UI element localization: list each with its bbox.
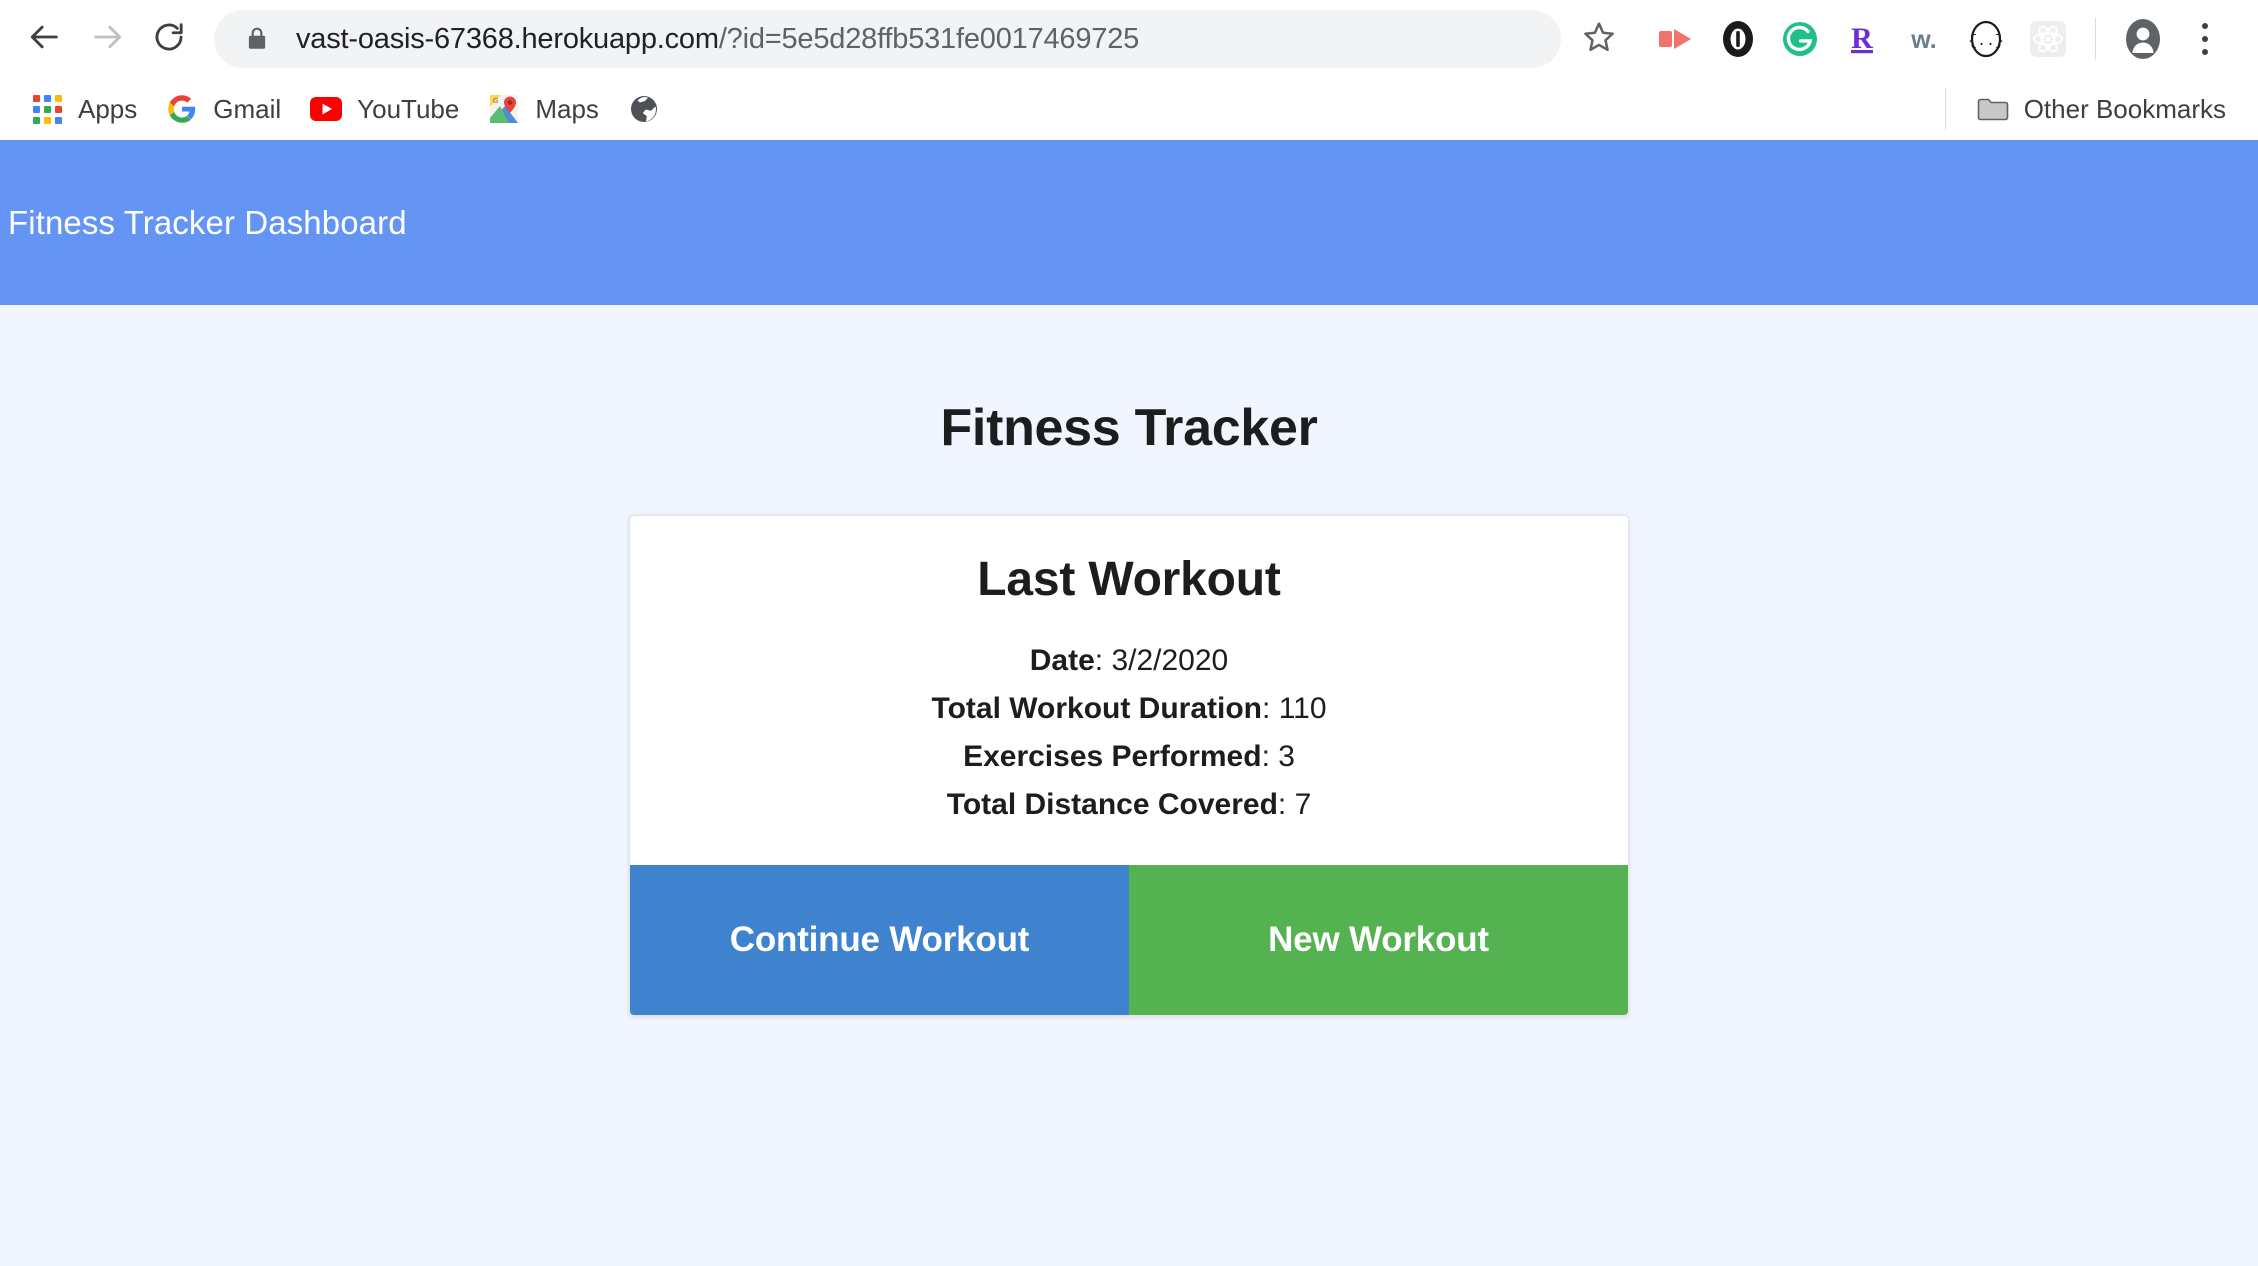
youtube-icon [309, 92, 343, 126]
react-devtools-extension-icon[interactable] [2017, 8, 2079, 70]
bookmark-gmail[interactable]: Gmail [151, 85, 295, 133]
stat-colon-duration: : [1262, 692, 1279, 725]
stat-label-distance: Total Distance Covered [946, 788, 1278, 821]
apps-grid-icon [30, 92, 64, 126]
stat-row-exercises: Exercises Performed: 3 [660, 733, 1598, 781]
rakuten-extension-icon[interactable]: R [1831, 8, 1893, 70]
card-heading: Last Workout [977, 553, 1281, 606]
card-actions: Continue Workout New Workout [630, 865, 1628, 1015]
extensions-strip: R w. {..} [1645, 8, 2236, 70]
json-viewer-extension-icon[interactable]: {..} [1955, 8, 2017, 70]
stat-label-date: Date [1029, 644, 1095, 677]
svg-text:G: G [493, 98, 498, 105]
stat-row-distance: Total Distance Covered: 7 [660, 781, 1598, 829]
stat-value-distance: 7 [1294, 788, 1312, 821]
forward-arrow-icon [90, 20, 124, 59]
url-text: vast-oasis-67368.herokuapp.com/?id=5e5d2… [296, 23, 1535, 56]
other-bookmarks[interactable]: Other Bookmarks [1929, 85, 2240, 133]
page-title: Fitness Tracker [940, 399, 1318, 457]
stat-value-duration: 110 [1278, 692, 1327, 725]
grammarly-extension-icon[interactable] [1769, 8, 1831, 70]
bookmark-star-icon [1582, 20, 1616, 59]
lock-icon [244, 24, 270, 54]
reload-button[interactable] [138, 8, 200, 70]
other-bookmarks-item[interactable]: Other Bookmarks [1962, 85, 2240, 133]
page-viewport: Fitness Tracker Dashboard Fitness Tracke… [0, 140, 2258, 1266]
new-workout-button[interactable]: New Workout [1129, 865, 1628, 1015]
bookmark-maps[interactable]: G Maps [473, 85, 613, 133]
stat-row-duration: Total Workout Duration: 110 [660, 685, 1598, 733]
last-workout-card: Last Workout Date: 3/2/2020 Total Workou… [629, 515, 1629, 1016]
back-arrow-icon [28, 20, 62, 59]
folder-icon [1976, 92, 2010, 126]
google-maps-pin-icon: G [487, 92, 521, 126]
stat-colon-exercises: : [1261, 740, 1279, 773]
stat-row-date: Date: 3/2/2020 [660, 637, 1598, 685]
continue-workout-button[interactable]: Continue Workout [630, 865, 1129, 1015]
bookmark-globe[interactable] [613, 85, 675, 133]
toolbar-divider [2095, 18, 2096, 60]
bookmarks-bar: Apps Gmail YouTube G Maps Other Bookmark… [0, 78, 2258, 140]
google-g-icon [165, 92, 199, 126]
other-bookmarks-label: Other Bookmarks [2023, 93, 2226, 124]
bookmark-youtube[interactable]: YouTube [295, 85, 473, 133]
bookmark-apps-label: Apps [78, 93, 138, 124]
profile-avatar-icon[interactable] [2112, 8, 2174, 70]
url-path: /?id=5e5d28ffb531fe0017469725 [718, 22, 1140, 55]
app-header-title: Fitness Tracker Dashboard [8, 203, 407, 241]
bookmark-maps-label: Maps [535, 93, 599, 124]
stat-label-exercises: Exercises Performed [963, 740, 1262, 773]
wappalyzer-extension-icon[interactable]: w. [1893, 8, 1955, 70]
momentum-extension-icon[interactable] [1645, 8, 1707, 70]
address-bar[interactable]: vast-oasis-67368.herokuapp.com/?id=5e5d2… [214, 10, 1561, 68]
back-button[interactable] [14, 8, 76, 70]
svg-text:{..}: {..} [1968, 33, 2004, 50]
stat-value-date: 3/2/2020 [1111, 644, 1229, 677]
bookmark-gmail-label: Gmail [213, 93, 282, 124]
url-domain: vast-oasis-67368.herokuapp.com [296, 22, 719, 55]
card-body: Last Workout Date: 3/2/2020 Total Workou… [630, 516, 1628, 865]
browser-chrome: vast-oasis-67368.herokuapp.com/?id=5e5d2… [0, 0, 2258, 140]
stat-value-exercises: 3 [1278, 740, 1295, 773]
globe-icon [627, 92, 661, 126]
stat-colon-distance: : [1277, 788, 1295, 821]
stat-colon-date: : [1094, 644, 1112, 677]
three-dot-menu-icon[interactable] [2174, 8, 2236, 70]
forward-button[interactable] [76, 8, 138, 70]
onepassword-extension-icon[interactable] [1707, 8, 1769, 70]
bookmark-star-button[interactable] [1571, 11, 1627, 67]
bookmark-apps[interactable]: Apps [16, 85, 151, 133]
svg-text:w.: w. [1910, 26, 1936, 54]
stat-label-duration: Total Workout Duration [931, 692, 1263, 725]
browser-toolbar: vast-oasis-67368.herokuapp.com/?id=5e5d2… [0, 0, 2258, 78]
reload-icon [152, 20, 186, 59]
bookmark-youtube-label: YouTube [357, 93, 460, 124]
app-header-bar: Fitness Tracker Dashboard [0, 140, 2258, 305]
bookmarks-divider [1944, 88, 1946, 130]
